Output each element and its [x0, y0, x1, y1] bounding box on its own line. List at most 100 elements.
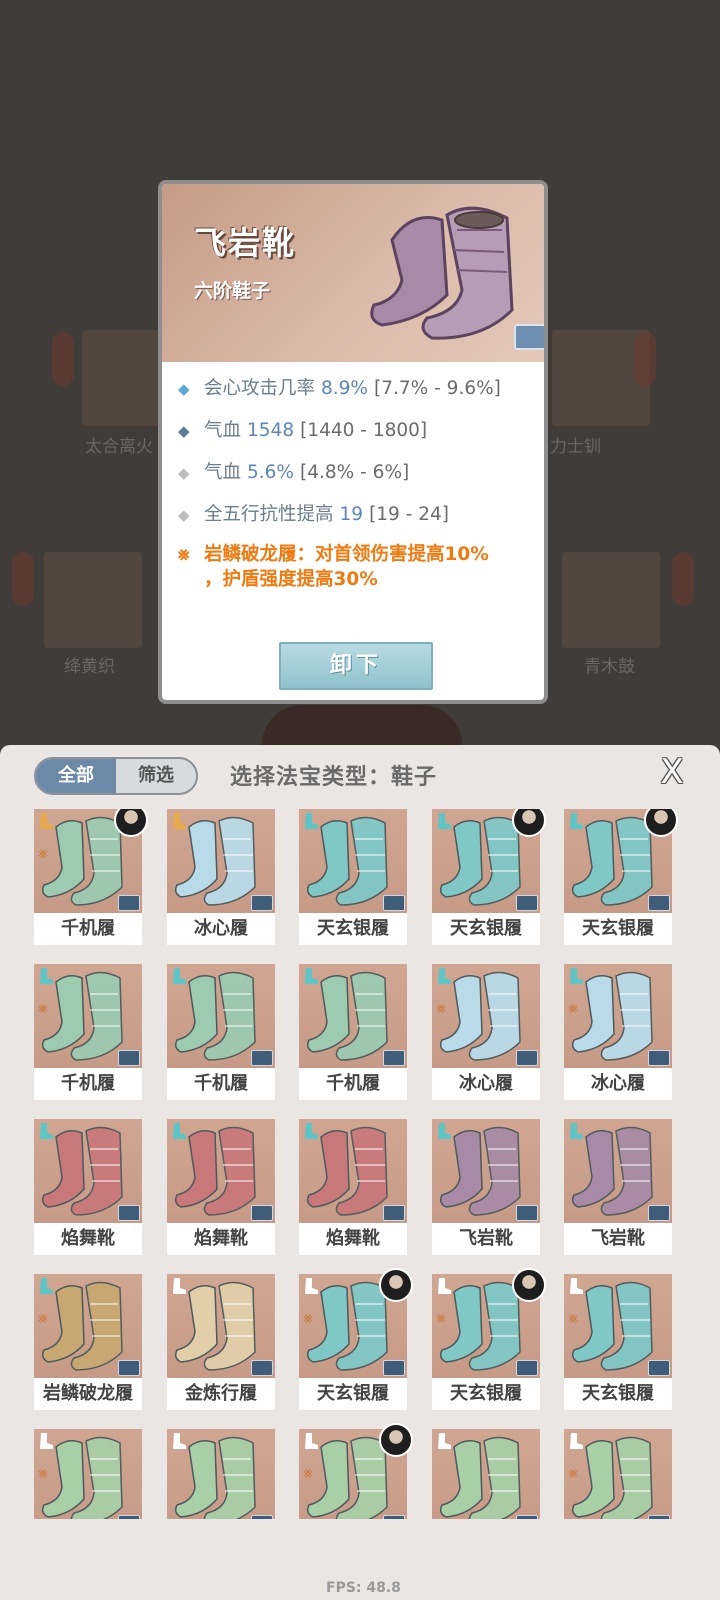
item-name: 冰心履 — [564, 1068, 672, 1100]
item-card[interactable]: 冰心履 — [167, 809, 275, 945]
item-header: 飞岩靴 六阶鞋子 — [162, 184, 544, 362]
bg-tag — [634, 332, 656, 386]
stat-range: [1440 - 1800] — [300, 420, 428, 441]
item-card[interactable]: 千机履 — [167, 964, 275, 1100]
item-name: 天玄银履 — [299, 913, 407, 945]
boot-slot-icon — [36, 811, 56, 831]
item-type-badge — [516, 1515, 538, 1519]
item-name: 千机履 — [167, 1068, 275, 1100]
equipped-by-avatar — [512, 809, 546, 837]
boot-slot-icon — [566, 1121, 586, 1141]
boot-slot-icon — [36, 1121, 56, 1141]
item-type-badge — [383, 1360, 405, 1376]
item-card[interactable]: ⨳ 岩鳞破龙履 — [34, 1274, 142, 1410]
stat-row: ◆ 全五行抗性提高 19 [19 - 24] — [178, 500, 538, 526]
bg-slot-label: 绛黄织 — [64, 657, 115, 677]
equipped-by-avatar — [644, 809, 678, 837]
equipped-by-avatar — [512, 1268, 546, 1302]
item-card[interactable]: ⨳ 天玄银履 — [299, 1268, 413, 1410]
stat-name: 气血 — [204, 420, 242, 441]
tab-filter[interactable]: 筛选 — [116, 759, 196, 793]
filter-toggle: 全部 筛选 — [34, 757, 198, 795]
item-type-badge — [516, 1360, 538, 1376]
item-card[interactable]: 金炼行履 — [167, 1274, 275, 1410]
set-bonus-icon: ⨳ — [436, 1308, 446, 1327]
boot-slot-icon — [169, 1431, 189, 1451]
set-bonus-icon: ⨳ — [303, 1463, 313, 1482]
item-card[interactable]: ⨳ 天玄银履 — [432, 1268, 546, 1410]
boot-slot-icon — [301, 966, 321, 986]
item-card[interactable] — [432, 1429, 540, 1519]
equipped-by-avatar — [114, 809, 148, 837]
item-type-badge — [383, 895, 405, 911]
item-card[interactable]: 飞岩靴 — [432, 1119, 540, 1255]
item-card[interactable]: ⨳ — [299, 1423, 413, 1519]
item-type-badge — [251, 1050, 273, 1066]
item-name: 天玄银履 — [299, 1378, 407, 1410]
boot-slot-icon — [566, 1431, 586, 1451]
boot-slot-icon — [434, 811, 454, 831]
stat-name: 全五行抗性提高 — [204, 504, 334, 525]
item-card[interactable]: ⨳ 冰心履 — [432, 964, 540, 1100]
unequip-button[interactable]: 卸下 — [279, 642, 433, 690]
item-type-badge — [516, 895, 538, 911]
diamond-icon: ◆ — [178, 464, 190, 482]
item-card[interactable]: 天玄银履 — [432, 809, 546, 945]
item-type-badge — [251, 895, 273, 911]
set-bonus-icon: ⨳ — [568, 1308, 578, 1327]
item-name: 飞岩靴 — [432, 1223, 540, 1255]
stat-value: 19 — [339, 504, 364, 525]
boot-slot-icon — [566, 1276, 586, 1296]
set-bonus-icon: ⨳ — [38, 998, 48, 1017]
item-card[interactable]: 千机履 — [299, 964, 407, 1100]
item-card[interactable]: ⨳ 千机履 — [34, 964, 142, 1100]
item-type-badge — [118, 895, 140, 911]
item-type-badge — [383, 1515, 405, 1519]
stat-name: 会心攻击几率 — [204, 378, 316, 399]
stat-value: 5.6% — [247, 462, 295, 483]
set-bonus-icon: ⨳ — [38, 1463, 48, 1482]
item-card[interactable]: ⨳ 天玄银履 — [564, 1274, 672, 1410]
item-type-badge — [118, 1515, 140, 1519]
item-detail-popup: 飞岩靴 六阶鞋子 ◆ 会心攻击几率 8.9% [7.7% - 9.6%] ◆ 气… — [158, 180, 548, 704]
stat-range: [19 - 24] — [369, 504, 450, 525]
item-subtitle: 六阶鞋子 — [194, 280, 271, 302]
item-card[interactable] — [167, 1429, 275, 1519]
item-type-badge — [383, 1205, 405, 1221]
stats-list: ◆ 会心攻击几率 8.9% [7.7% - 9.6%] ◆ 气血 1548 [1… — [178, 374, 538, 592]
panel-title: 选择法宝类型：鞋子 — [230, 765, 438, 790]
boot-slot-icon — [301, 1121, 321, 1141]
item-name: 焰舞靴 — [34, 1223, 142, 1255]
item-card[interactable]: ⨳ 冰心履 — [564, 964, 672, 1100]
boot-slot-icon — [434, 1431, 454, 1451]
boot-slot-icon — [36, 1431, 56, 1451]
item-name: 天玄银履 — [564, 913, 672, 945]
stat-range: [4.8% - 6%] — [300, 462, 410, 483]
item-card[interactable]: 焰舞靴 — [34, 1119, 142, 1255]
item-type-badge — [648, 1050, 670, 1066]
boot-slot-icon — [36, 1276, 56, 1296]
bg-equip-slot — [44, 552, 142, 648]
item-card[interactable]: 飞岩靴 — [564, 1119, 672, 1255]
item-name: 飞岩靴 — [564, 1223, 672, 1255]
boot-slot-icon — [301, 811, 321, 831]
item-card[interactable]: ⨳ — [34, 1429, 142, 1519]
item-card[interactable]: 天玄银履 — [564, 809, 678, 945]
boot-slot-icon — [36, 966, 56, 986]
item-card[interactable]: 焰舞靴 — [167, 1119, 275, 1255]
item-name: 岩鳞破龙履 — [34, 1378, 142, 1410]
boot-slot-icon — [434, 966, 454, 986]
item-name: 天玄银履 — [564, 1378, 672, 1410]
item-card[interactable]: ⨳ 千机履 — [34, 809, 148, 945]
item-type-badge — [516, 1205, 538, 1221]
item-type-badge — [514, 324, 544, 350]
item-type-badge — [383, 1050, 405, 1066]
item-card[interactable]: 焰舞靴 — [299, 1119, 407, 1255]
tab-all[interactable]: 全部 — [36, 759, 116, 793]
set-bonus-icon: ⨳ — [436, 998, 446, 1017]
close-icon[interactable]: X — [655, 755, 689, 789]
stat-row: ◆ 气血 5.6% [4.8% - 6%] — [178, 458, 538, 484]
item-card[interactable]: 天玄银履 — [299, 809, 407, 945]
item-card[interactable]: ⨳ — [564, 1429, 672, 1519]
stat-range: [7.7% - 9.6%] — [374, 378, 501, 399]
